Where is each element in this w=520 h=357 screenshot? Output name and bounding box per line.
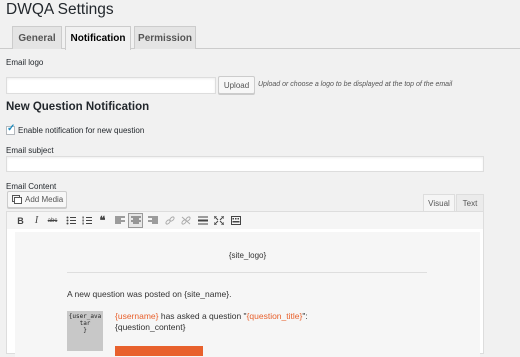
remove-link-icon[interactable] [178,213,193,228]
intro-text: A new question was posted on {site_name}… [67,289,232,299]
italic-icon[interactable]: I [29,213,44,228]
email-logo-hint: Upload or choose a logo to be displayed … [258,81,453,88]
settings-tabs: General Notification Permission [0,26,520,50]
email-logo-label: Email logo [6,58,44,67]
email-content-editor[interactable]: {site_logo} A new question was posted on… [6,229,484,357]
question-title-placeholder: {question_title} [246,311,303,321]
toolbar-toggle-icon[interactable] [228,213,243,228]
email-subject-input[interactable] [6,156,484,172]
upload-button[interactable]: Upload [218,76,255,94]
enable-notification-label[interactable]: Enable notification for new question [18,126,144,135]
page-title: DWQA Settings [6,1,114,18]
asked-text: has asked a question " [158,311,247,321]
add-media-icon [12,195,22,204]
insert-link-icon[interactable] [162,213,177,228]
email-logo-input[interactable] [6,77,216,94]
email-subject-label: Email subject [6,146,54,155]
tab-permission[interactable]: Permission [134,26,196,49]
email-template-preview: {site_logo} A new question was posted on… [15,232,480,357]
tab-visual[interactable]: Visual [423,194,455,212]
numbered-list-icon[interactable] [79,213,94,228]
closing-text: ": [302,311,308,321]
view-question-button [115,346,203,356]
blockquote-icon[interactable]: ❝ [95,213,110,228]
tab-text[interactable]: Text [456,194,484,212]
divider [67,272,427,273]
bold-icon[interactable]: B [13,213,28,228]
align-center-icon[interactable] [128,213,143,228]
username-placeholder: {username} [115,311,159,321]
horizontal-line-icon[interactable] [195,213,210,228]
tab-notification[interactable]: Notification [65,26,131,50]
enable-notification-checkbox[interactable]: ✓ [6,123,16,135]
align-left-icon[interactable] [112,213,127,228]
bulleted-list-icon[interactable] [63,213,78,228]
question-summary: {username} has asked a question "{questi… [115,311,375,321]
add-media-button[interactable]: Add Media [7,191,67,208]
editor-toolbar: B I abc ❝ [6,211,484,230]
email-content-label: Email Content [6,182,57,191]
section-title-new-question: New Question Notification [6,101,150,113]
align-right-icon[interactable] [145,213,160,228]
site-logo-placeholder: {site_logo} [228,251,267,260]
user-avatar-placeholder: {user_ava tar} [67,311,103,351]
strikethrough-icon[interactable]: abc [45,213,60,228]
checkmark-icon: ✓ [7,123,16,134]
add-media-label: Add Media [25,195,64,204]
fullscreen-icon[interactable] [211,213,226,228]
question-content-placeholder: {question_content} [115,322,186,332]
tab-general[interactable]: General [12,26,62,49]
